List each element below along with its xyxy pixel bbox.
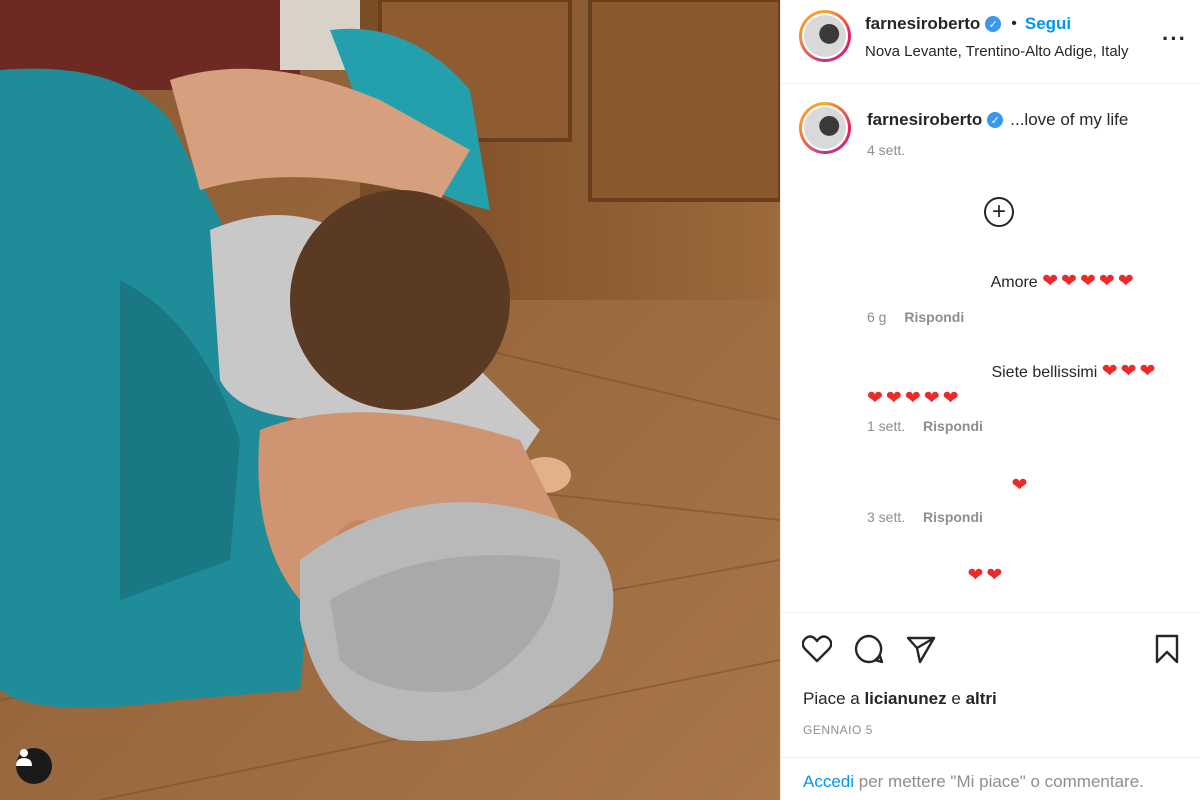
comment-text: Siete bellissimi	[991, 364, 1098, 381]
caption-time[interactable]: 4 sett.	[867, 142, 905, 158]
comment-hearts: ❤	[1011, 475, 1031, 496]
post-sidebar: farnesiroberto ✓ • Segui Nova Levante, T…	[780, 0, 1200, 800]
add-circle-icon[interactable]: +	[984, 197, 1014, 227]
comment-username[interactable]	[867, 481, 1007, 491]
likes-summary: Piace a licianunez e altri	[803, 689, 997, 709]
comment-text: Amore	[990, 274, 1038, 291]
person-tag-icon[interactable]	[16, 748, 52, 784]
likes-prefix: Piace a	[803, 689, 860, 708]
share-icon[interactable]	[905, 633, 937, 665]
username-link[interactable]: farnesiroberto	[865, 14, 980, 34]
bookmark-icon[interactable]	[1151, 633, 1183, 665]
comment-body-line2: ❤❤❤❤❤	[867, 387, 1197, 410]
location-link[interactable]: Nova Levante, Trentino-Alto Adige, Italy	[865, 43, 1129, 60]
separator-dot: •	[1011, 15, 1017, 32]
comment-item: Amore ❤❤❤❤❤ 6 g Rispondi	[867, 270, 1197, 325]
comment-icon[interactable]	[853, 633, 885, 665]
heart-icon[interactable]	[801, 633, 833, 665]
liker-username[interactable]: licianunez	[864, 689, 946, 708]
verified-icon: ✓	[987, 112, 1004, 128]
action-icons	[801, 633, 937, 665]
login-prompt-text: per mettere "Mi piace" o commentare.	[858, 772, 1144, 791]
instagram-post: farnesiroberto ✓ • Segui Nova Levante, T…	[0, 0, 1200, 800]
comment-time[interactable]: 3 sett.	[867, 509, 905, 525]
comment-hearts: ❤❤❤	[1101, 361, 1159, 382]
comment-body: ❤❤	[867, 564, 1197, 587]
likes-join: e	[951, 689, 961, 708]
post-date[interactable]: GENNAIO 5	[803, 723, 873, 737]
caption-username[interactable]: farnesiroberto	[867, 110, 982, 130]
caption-avatar[interactable]	[799, 102, 851, 154]
verified-icon: ✓	[985, 16, 1002, 32]
avatar[interactable]	[799, 10, 851, 62]
comment-time[interactable]: 6 g	[867, 309, 886, 325]
more-options-icon[interactable]: ···	[1162, 26, 1187, 52]
photo-illustration	[0, 0, 780, 800]
reply-button[interactable]: Rispondi	[923, 418, 983, 434]
post-actions: Piace a licianunez e altri GENNAIO 5 Acc…	[781, 612, 1200, 800]
post-photo[interactable]	[0, 0, 780, 800]
comment-time[interactable]: 1 sett.	[867, 418, 905, 434]
comment-username[interactable]	[867, 367, 987, 377]
comment-body: Amore ❤❤❤❤❤	[867, 270, 1197, 293]
reply-button[interactable]: Rispondi	[923, 509, 983, 525]
login-link[interactable]: Accedi	[803, 772, 854, 791]
comment-username[interactable]	[867, 277, 987, 287]
post-caption: farnesiroberto ✓ ...love of my life 4 se…	[781, 96, 1200, 176]
comment-item: ❤❤	[867, 564, 1197, 587]
comment-hearts: ❤❤	[967, 565, 1006, 586]
likes-others-link[interactable]: altri	[966, 689, 997, 708]
follow-button[interactable]: Segui	[1025, 14, 1071, 34]
comment-item: ❤ 3 sett. Rispondi	[867, 474, 1197, 525]
comment-body: ❤	[867, 474, 1197, 497]
login-prompt: Accedi per mettere "Mi piace" o commenta…	[781, 757, 1200, 800]
comment-meta: 3 sett. Rispondi	[867, 509, 1197, 525]
comment-hearts: ❤❤❤❤❤	[1042, 271, 1137, 292]
comment-body: Siete bellissimi ❤❤❤	[867, 360, 1197, 383]
comment-meta: 6 g Rispondi	[867, 309, 1197, 325]
comment-username[interactable]	[867, 571, 963, 581]
reply-button[interactable]: Rispondi	[904, 309, 964, 325]
caption-text: ...love of my life	[1010, 110, 1129, 129]
comment-item: Siete bellissimi ❤❤❤ ❤❤❤❤❤ 1 sett. Rispo…	[867, 360, 1197, 434]
header-user-line: farnesiroberto ✓ • Segui	[865, 14, 1071, 34]
caption-line: farnesiroberto ✓ ...love of my life	[867, 110, 1128, 130]
post-header: farnesiroberto ✓ • Segui Nova Levante, T…	[781, 0, 1200, 84]
comment-meta: 1 sett. Rispondi	[867, 418, 1197, 434]
comment-hearts: ❤❤❤❤❤	[867, 388, 962, 409]
